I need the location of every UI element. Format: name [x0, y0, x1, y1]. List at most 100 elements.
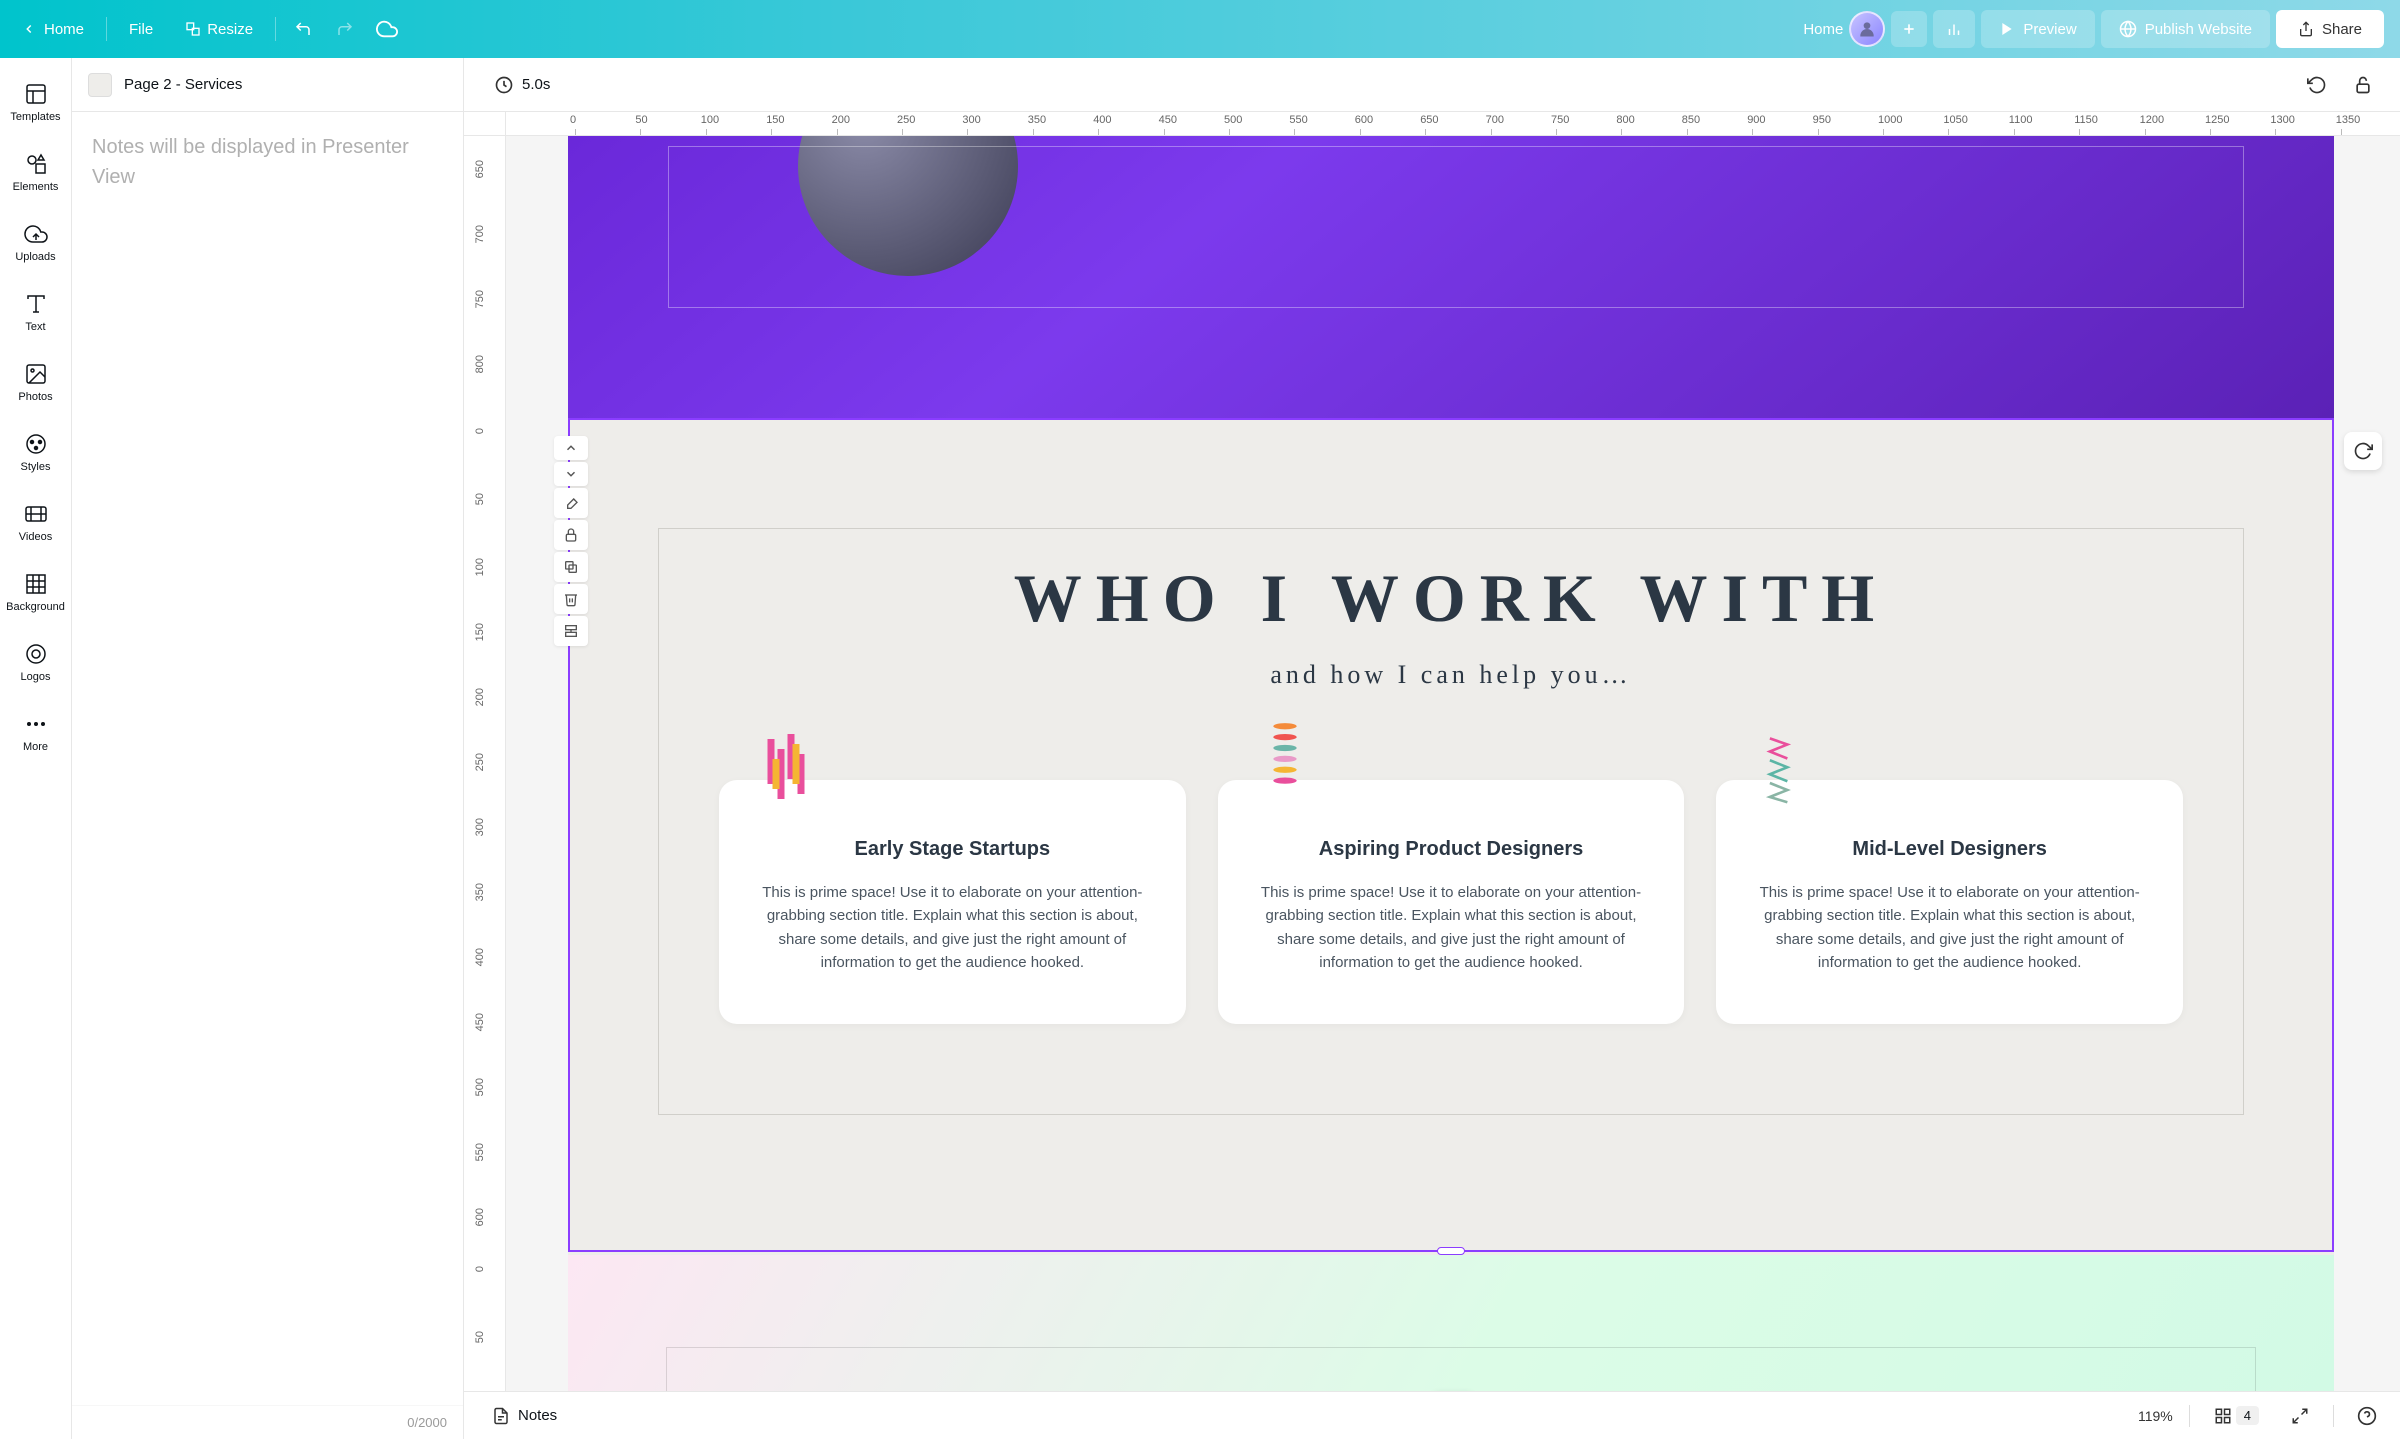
reset-button[interactable] — [2298, 66, 2336, 104]
canvas-viewport[interactable]: WHO I WORK WITH and how I can help you… … — [506, 136, 2400, 1391]
design-canvas[interactable]: WHO I WORK WITH and how I can help you… … — [568, 136, 2334, 1391]
help-button[interactable] — [2350, 1399, 2384, 1433]
uploads-icon — [23, 221, 49, 247]
styles-icon — [23, 431, 49, 457]
cards-row: Early Stage Startups This is prime space… — [699, 780, 2203, 1024]
notes-body[interactable]: Notes will be displayed in Presenter Vie… — [72, 112, 463, 1405]
side-label: Photos — [18, 391, 52, 403]
editor-area: 5.0s 05010015020025030035040045050055060… — [464, 58, 2400, 1439]
duplicate-button[interactable] — [554, 552, 588, 582]
card-aspiring[interactable]: Aspiring Product Designers This is prime… — [1218, 780, 1685, 1024]
analytics-button[interactable] — [1933, 10, 1975, 48]
ruler-horizontal[interactable]: 0501001502002503003504004505005506006507… — [506, 112, 2400, 136]
avatar[interactable] — [1849, 11, 1885, 47]
gradient-section[interactable] — [568, 1255, 2334, 1391]
card-midlevel[interactable]: Mid-Level Designers This is prime space!… — [1716, 780, 2183, 1024]
crescent-decoration — [1168, 136, 1368, 276]
move-down-button[interactable] — [554, 462, 588, 486]
lock-button[interactable] — [2344, 66, 2382, 104]
side-label: Videos — [19, 531, 52, 543]
sidebar-item-elements[interactable]: Elements — [0, 138, 71, 206]
notes-header: Page 2 - Services — [72, 58, 463, 112]
sidebar-item-uploads[interactable]: Uploads — [0, 208, 71, 276]
delete-button[interactable] — [554, 584, 588, 614]
undo-button[interactable] — [284, 10, 322, 48]
side-label: Background — [6, 601, 65, 613]
who-section[interactable]: WHO I WORK WITH and how I can help you… … — [568, 418, 2334, 1255]
fullscreen-button[interactable] — [2283, 1399, 2317, 1433]
publish-button[interactable]: Publish Website — [2101, 10, 2270, 48]
ruler-tick: 400 — [1093, 114, 1111, 126]
top-bar: Home File Resize — [0, 0, 2400, 58]
notes-toggle-button[interactable]: Notes — [480, 1401, 569, 1431]
ruler-tick: 1050 — [1943, 114, 1967, 126]
share-button[interactable]: Share — [2276, 10, 2384, 48]
gradient-frame — [666, 1347, 2256, 1391]
sidebar-item-photos[interactable]: Photos — [0, 348, 71, 416]
ruler-tick: 100 — [701, 114, 719, 126]
sidebar-item-styles[interactable]: Styles — [0, 418, 71, 486]
section-subtitle[interactable]: and how I can help you… — [699, 660, 2203, 690]
ruler-tick: 50 — [474, 1331, 486, 1343]
sidebar-item-logos[interactable]: Logos — [0, 628, 71, 696]
videos-icon — [23, 501, 49, 527]
duration-button[interactable]: 5.0s — [482, 71, 562, 99]
ruler-tick: 750 — [1551, 114, 1569, 126]
cloud-sync-button[interactable] — [368, 10, 406, 48]
help-icon — [2357, 1406, 2377, 1426]
add-below-button[interactable] — [554, 616, 588, 646]
refresh-icon — [2353, 441, 2373, 461]
card-title: Aspiring Product Designers — [1260, 838, 1643, 861]
sidebar-item-templates[interactable]: Templates — [0, 68, 71, 136]
card-title: Mid-Level Designers — [1758, 838, 2141, 861]
lock-open-icon — [2353, 75, 2373, 95]
canvas-wrap: 0501001502002503003504004505005506006507… — [464, 112, 2400, 1391]
ruler-tick: 150 — [766, 114, 784, 126]
refresh-page-button[interactable] — [2344, 432, 2382, 470]
hero-purple-section[interactable] — [568, 136, 2334, 418]
lock-page-button[interactable] — [554, 520, 588, 550]
fullscreen-icon — [2291, 1407, 2309, 1425]
ruler-tick: 950 — [1813, 114, 1831, 126]
side-label: More — [23, 741, 48, 753]
redo-button[interactable] — [326, 10, 364, 48]
hero-avatar-image[interactable] — [798, 136, 1018, 276]
zoom-level[interactable]: 119% — [2138, 1408, 2173, 1424]
sidebar-item-videos[interactable]: Videos — [0, 488, 71, 556]
ruler-tick: 0 — [570, 114, 576, 126]
file-menu[interactable]: File — [115, 13, 167, 46]
clock-icon — [494, 75, 514, 95]
divider — [2189, 1405, 2190, 1427]
chevron-down-icon — [564, 467, 578, 481]
ruler-tick: 0 — [474, 428, 486, 434]
ruler-tick: 550 — [1289, 114, 1307, 126]
sidebar-item-text[interactable]: Text — [0, 278, 71, 346]
page-thumbnail[interactable] — [88, 73, 112, 97]
photos-icon — [23, 361, 49, 387]
duration-label: 5.0s — [522, 76, 550, 93]
home-button[interactable]: Home — [8, 13, 98, 46]
ruler-tick: 300 — [474, 818, 486, 836]
insert-icon — [563, 623, 579, 639]
bottom-right: 119% 4 — [2138, 1399, 2384, 1433]
card-startups[interactable]: Early Stage Startups This is prime space… — [719, 780, 1186, 1024]
add-member-button[interactable] — [1891, 11, 1927, 47]
sidebar-item-background[interactable]: Background — [0, 558, 71, 626]
ruler-vertical[interactable]: 6507007508000501001502002503003504004505… — [464, 136, 506, 1391]
ruler-tick: 750 — [474, 290, 486, 308]
move-up-button[interactable] — [554, 436, 588, 460]
card-body: This is prime space! Use it to elaborate… — [1758, 881, 2141, 974]
card-title: Early Stage Startups — [761, 838, 1144, 861]
page-grid-button[interactable]: 4 — [2206, 1402, 2267, 1429]
ruler-tick: 100 — [474, 558, 486, 576]
ruler-tick: 600 — [1355, 114, 1373, 126]
resize-button[interactable]: Resize — [171, 13, 267, 46]
preview-button[interactable]: Preview — [1981, 10, 2094, 48]
ruler-corner — [464, 112, 506, 136]
resize-icon — [185, 21, 201, 37]
color-button[interactable] — [554, 488, 588, 518]
play-icon — [1999, 21, 2015, 37]
document-title-input[interactable] — [1723, 21, 1843, 38]
section-title[interactable]: WHO I WORK WITH — [699, 559, 2203, 638]
sidebar-item-more[interactable]: More — [0, 698, 71, 766]
